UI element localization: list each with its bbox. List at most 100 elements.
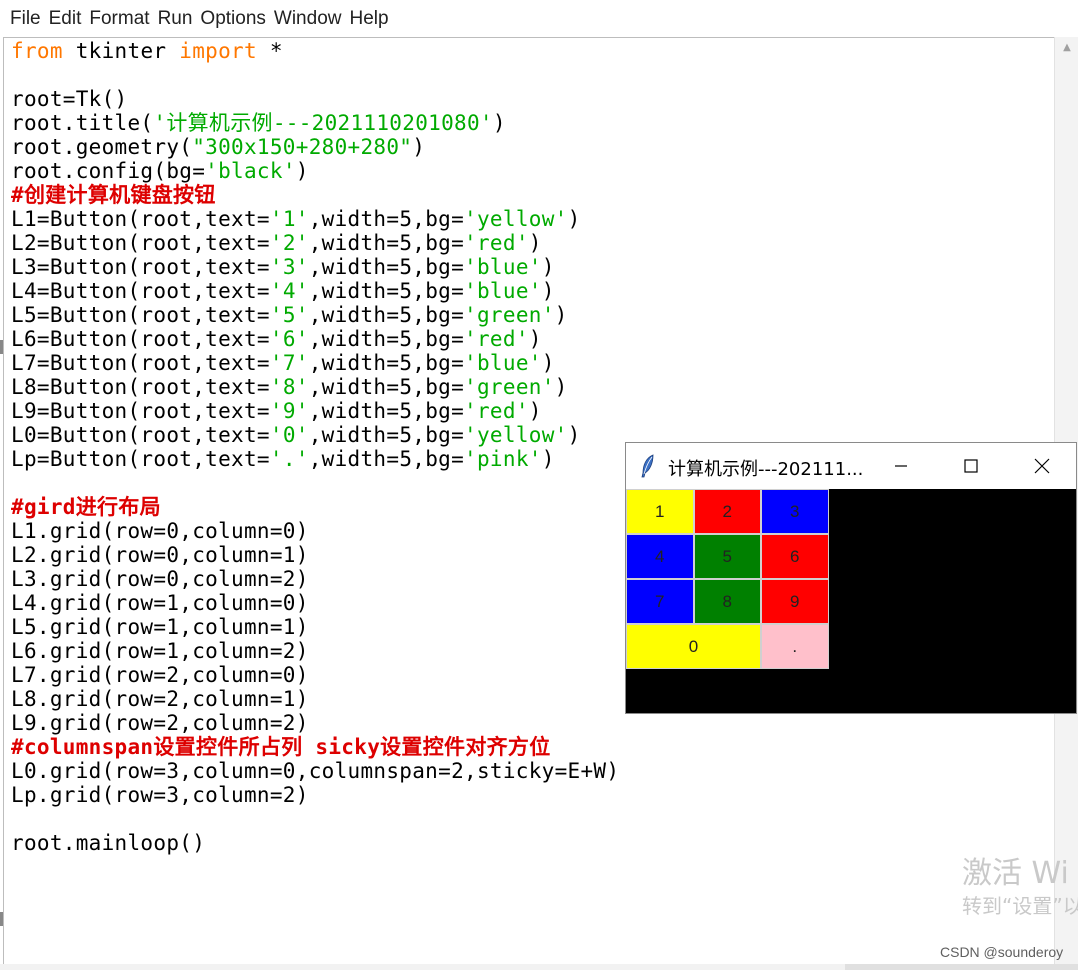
code-line[interactable]: Lp=Button(root,text='.',width=5,bg='pink… <box>11 447 619 471</box>
code-token: "300x150+280+280" <box>192 135 413 159</box>
calc-button-6[interactable]: 6 <box>761 534 829 579</box>
calc-button-5[interactable]: 5 <box>693 534 761 579</box>
code-line[interactable]: L2.grid(row=0,column=1) <box>11 543 619 567</box>
menu-format[interactable]: Format <box>79 8 149 30</box>
tk-window[interactable]: 计算机示例---202111... 123 456 7890. <box>625 442 1077 714</box>
calc-button-0[interactable]: 0 <box>626 624 761 669</box>
code-line[interactable]: #columnspan设置控件所占列 sicky设置控件对齐方位 <box>11 735 619 759</box>
code-token: root.title( <box>11 111 154 135</box>
code-token: ) <box>541 255 555 279</box>
code-line[interactable]: L3.grid(row=0,column=2) <box>11 567 619 591</box>
code-line[interactable]: root.title('计算机示例---2021110201080') <box>11 111 619 135</box>
code-token: L1.grid(row=0,column=0) <box>11 519 309 543</box>
code-token: ) <box>541 447 555 471</box>
code-line[interactable]: L1.grid(row=0,column=0) <box>11 519 619 543</box>
close-button[interactable] <box>1009 443 1075 489</box>
code-token: ) <box>567 207 581 231</box>
code-line[interactable]: root.geometry("300x150+280+280") <box>11 135 619 159</box>
code-line[interactable]: L4.grid(row=1,column=0) <box>11 591 619 615</box>
code-token: #gird进行布局 <box>11 495 161 519</box>
code-token: Lp=Button(root,text= <box>11 447 270 471</box>
minimize-button[interactable] <box>868 443 934 489</box>
calc-button-dot[interactable]: . <box>761 624 829 669</box>
code-token: L7.grid(row=2,column=0) <box>11 663 309 687</box>
code-token: L4=Button(root,text= <box>11 279 270 303</box>
code-line[interactable]: Lp.grid(row=3,column=2) <box>11 783 619 807</box>
code-token: ) <box>567 423 581 447</box>
calc-button-4[interactable]: 4 <box>626 534 694 579</box>
code-line[interactable]: L7.grid(row=2,column=0) <box>11 663 619 687</box>
code-line[interactable]: L9=Button(root,text='9',width=5,bg='red'… <box>11 399 619 423</box>
menu-help[interactable]: Help <box>339 8 388 30</box>
code-token: '0' <box>269 423 309 447</box>
code-line[interactable]: from tkinter import * <box>11 39 619 63</box>
maximize-icon <box>964 459 978 473</box>
code-line[interactable]: L0=Button(root,text='0',width=5,bg='yell… <box>11 423 619 447</box>
code-line[interactable]: L4=Button(root,text='4',width=5,bg='blue… <box>11 279 619 303</box>
code-token: '3' <box>269 255 309 279</box>
calc-button-9[interactable]: 9 <box>761 579 829 624</box>
code-line[interactable]: L9.grid(row=2,column=2) <box>11 711 619 735</box>
code-text[interactable]: from tkinter import * root=Tk() root.titl… <box>11 39 619 855</box>
code-token: ,width=5,bg= <box>308 447 465 471</box>
menu-edit[interactable]: Edit <box>39 8 82 30</box>
code-line[interactable]: L7=Button(root,text='7',width=5,bg='blue… <box>11 351 619 375</box>
code-token: L2.grid(row=0,column=1) <box>11 543 309 567</box>
code-line[interactable]: L0.grid(row=3,column=0,columnspan=2,stic… <box>11 759 619 783</box>
code-line[interactable]: #gird进行布局 <box>11 495 619 519</box>
code-line[interactable] <box>11 807 619 831</box>
code-token: L0.grid(row=3,column=0,columnspan=2,stic… <box>11 759 620 783</box>
code-token: L3=Button(root,text= <box>11 255 270 279</box>
code-token: '7' <box>269 351 309 375</box>
code-token: 'yellow' <box>464 423 568 447</box>
code-token: 'red' <box>464 231 529 255</box>
code-line[interactable]: root.config(bg='black') <box>11 159 619 183</box>
activation-watermark-line2: 转到“设置”以 <box>962 894 1078 918</box>
menu-options[interactable]: Options <box>190 8 265 30</box>
code-line[interactable]: L2=Button(root,text='2',width=5,bg='red'… <box>11 231 619 255</box>
minimize-icon <box>895 465 907 467</box>
calc-button-7[interactable]: 7 <box>626 579 694 624</box>
tk-window-title: 计算机示例---202111... <box>668 459 864 480</box>
code-line[interactable]: root.mainloop() <box>11 831 619 855</box>
menu-run[interactable]: Run <box>148 8 193 30</box>
code-line[interactable]: #创建计算机键盘按钮 <box>11 183 619 207</box>
tk-titlebar[interactable]: 计算机示例---202111... <box>626 443 1076 489</box>
code-line[interactable] <box>11 471 619 495</box>
code-token: L8.grid(row=2,column=1) <box>11 687 309 711</box>
calc-button-1[interactable]: 1 <box>626 489 694 534</box>
menu-file[interactable]: File <box>0 8 41 30</box>
taskbar-edge <box>0 964 1078 970</box>
code-token: '8' <box>269 375 309 399</box>
calc-button-3[interactable]: 3 <box>761 489 829 534</box>
calc-button-2[interactable]: 2 <box>693 489 761 534</box>
code-line[interactable]: L6.grid(row=1,column=2) <box>11 639 619 663</box>
code-line[interactable]: root=Tk() <box>11 87 619 111</box>
code-token: * <box>256 39 283 63</box>
code-token: #创建计算机键盘按钮 <box>11 183 216 207</box>
calc-button-8[interactable]: 8 <box>693 579 761 624</box>
code-token: L5.grid(row=1,column=1) <box>11 615 309 639</box>
code-token: 'blue' <box>464 255 542 279</box>
code-line[interactable] <box>11 63 619 87</box>
code-token: root.geometry( <box>11 135 193 159</box>
code-token: ,width=5,bg= <box>308 279 465 303</box>
code-line[interactable]: L8=Button(root,text='8',width=5,bg='gree… <box>11 375 619 399</box>
code-token: ,width=5,bg= <box>308 375 465 399</box>
code-token: '1' <box>269 207 309 231</box>
code-token: L9.grid(row=2,column=2) <box>11 711 309 735</box>
code-line[interactable]: L1=Button(root,text='1',width=5,bg='yell… <box>11 207 619 231</box>
code-token: import <box>179 39 257 63</box>
menu-window[interactable]: Window <box>264 8 342 30</box>
code-line[interactable]: L5.grid(row=1,column=1) <box>11 615 619 639</box>
code-token: '5' <box>269 303 309 327</box>
scroll-up-icon[interactable]: ▲ <box>1055 37 1078 57</box>
code-line[interactable]: L6=Button(root,text='6',width=5,bg='red'… <box>11 327 619 351</box>
code-line[interactable]: L5=Button(root,text='5',width=5,bg='gree… <box>11 303 619 327</box>
code-token: '计算机示例---2021110201080' <box>153 111 493 135</box>
maximize-button[interactable] <box>938 443 1004 489</box>
code-token: ) <box>528 327 542 351</box>
code-token: ,width=5,bg= <box>308 327 465 351</box>
code-line[interactable]: L3=Button(root,text='3',width=5,bg='blue… <box>11 255 619 279</box>
code-line[interactable]: L8.grid(row=2,column=1) <box>11 687 619 711</box>
